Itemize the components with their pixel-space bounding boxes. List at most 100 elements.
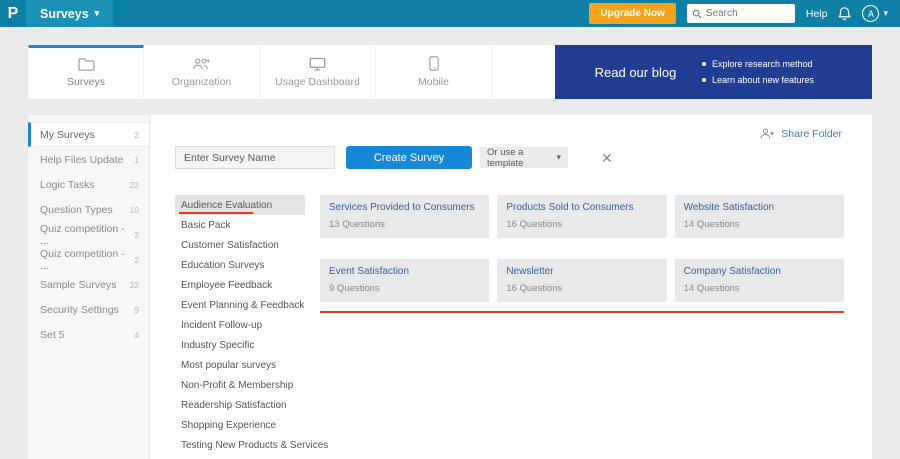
tab-organization[interactable]: Organization <box>144 45 260 99</box>
category-readership-satisfaction[interactable]: Readership Satisfaction <box>175 395 305 415</box>
annotation-line <box>320 311 844 313</box>
sidebar-item-help-files-update[interactable]: Help Files Update 1 <box>28 147 149 172</box>
sidebar-item-count: 1 <box>134 154 139 165</box>
sidebar-item-count: 2 <box>134 254 139 265</box>
main-panel: My Surveys 2 Help Files Update 1 Logic T… <box>28 115 872 459</box>
category-label: Incident Follow-up <box>181 319 263 331</box>
tabs-row: Surveys Organization Usage Dashboard Mob… <box>28 45 872 99</box>
template-question-count: 16 Questions <box>506 283 563 294</box>
search-input[interactable] <box>705 8 790 19</box>
help-link[interactable]: Help <box>806 8 828 20</box>
sidebar-item-count: 2 <box>134 229 139 240</box>
template-card-event-satisfaction[interactable]: Event Satisfaction 9 Questions <box>320 259 490 302</box>
chevron-down-icon: ▾ <box>94 8 100 18</box>
annotation-underline <box>179 212 253 214</box>
tab-label: Usage Dashboard <box>275 75 360 88</box>
share-folder-label: Share Folder <box>781 127 842 140</box>
sidebar-item-logic-tasks[interactable]: Logic Tasks 22 <box>28 172 149 197</box>
tab-mobile[interactable]: Mobile <box>376 45 492 99</box>
category-testing-new-products-services[interactable]: Testing New Products & Services <box>175 435 328 455</box>
category-label: Industry Specific <box>181 339 255 351</box>
blog-bullet: Explore research method <box>701 59 814 69</box>
folders-sidebar: My Surveys 2 Help Files Update 1 Logic T… <box>28 115 150 459</box>
sidebar-item-quiz-competition-2[interactable]: Quiz competition - ... 2 <box>28 247 149 272</box>
category-label: Basic Pack <box>181 219 231 231</box>
survey-name-input[interactable] <box>175 146 335 169</box>
template-card-products-sold[interactable]: Products Sold to Consumers 16 Questions <box>497 195 667 238</box>
category-education-surveys[interactable]: Education Surveys <box>175 255 305 275</box>
sidebar-item-security-settings[interactable]: Security Settings 9 <box>28 297 149 322</box>
main-content: Share Folder Create Survey Or use a temp… <box>150 115 872 459</box>
tab-label: Surveys <box>67 75 105 88</box>
app-menu-surveys[interactable]: Surveys ▾ <box>26 0 114 27</box>
use-template-label: Or use a template <box>487 146 524 169</box>
avatar: A <box>862 5 880 22</box>
close-icon[interactable]: ✕ <box>601 151 613 165</box>
template-question-count: 14 Questions <box>683 219 740 230</box>
sidebar-item-quiz-competition-1[interactable]: Quiz competition - ... 2 <box>28 222 149 247</box>
sidebar-item-my-surveys[interactable]: My Surveys 2 <box>28 122 149 147</box>
category-incident-follow-up[interactable]: Incident Follow-up <box>175 315 305 335</box>
search-box[interactable] <box>686 4 795 23</box>
category-employee-feedback[interactable]: Employee Feedback <box>175 275 305 295</box>
sidebar-item-label: My Surveys <box>40 128 95 141</box>
blog-banner-bullets: Explore research method Learn about new … <box>701 59 814 85</box>
category-most-popular-surveys[interactable]: Most popular surveys <box>175 355 305 375</box>
blog-bullet-text: Explore research method <box>711 59 813 69</box>
category-label: Testing New Products & Services <box>181 439 329 451</box>
sidebar-item-count: 22 <box>129 279 139 290</box>
category-non-profit-membership[interactable]: Non-Profit & Membership <box>175 375 305 395</box>
sidebar-item-label: Sample Surveys <box>40 278 117 291</box>
tab-label: Organization <box>171 75 232 88</box>
blog-bullet: Learn about new features <box>701 75 814 85</box>
app-logo[interactable]: P <box>0 5 26 23</box>
sidebar-item-label: Quiz competition - ... <box>40 222 125 247</box>
monitor-icon <box>309 57 326 71</box>
category-label: Shopping Experience <box>181 419 277 431</box>
sidebar-item-label: Help Files Update <box>40 153 124 166</box>
category-label: Most popular surveys <box>181 359 277 371</box>
topbar-right: Upgrade Now Help A ▾ <box>589 3 900 24</box>
category-label: Education Surveys <box>181 259 265 271</box>
create-survey-button[interactable]: Create Survey <box>346 146 472 169</box>
template-cards-grid: Services Provided to Consumers 13 Questi… <box>320 195 844 302</box>
template-card-website-satisfaction[interactable]: Website Satisfaction 14 Questions <box>674 195 844 238</box>
category-label: Customer Satisfaction <box>181 239 279 251</box>
template-question-count: 13 Questions <box>329 219 385 230</box>
template-title: Company Satisfaction <box>683 266 781 277</box>
category-industry-specific[interactable]: Industry Specific <box>175 335 305 355</box>
tab-label: Mobile <box>418 76 449 88</box>
template-card-services-provided[interactable]: Services Provided to Consumers 13 Questi… <box>320 195 490 238</box>
chevron-down-icon: ▾ <box>556 152 561 162</box>
tab-usage-dashboard[interactable]: Usage Dashboard <box>260 45 376 99</box>
share-folder-button[interactable]: Share Folder <box>759 127 842 140</box>
category-label: Readership Satisfaction <box>181 399 287 411</box>
bullet-dot-icon <box>701 62 706 66</box>
template-title: Newsletter <box>506 266 554 277</box>
sidebar-item-set-5[interactable]: Set 5 4 <box>28 322 149 347</box>
sidebar-item-question-types[interactable]: Question Types 10 <box>28 197 149 222</box>
template-title: Services Provided to Consumers <box>329 202 475 213</box>
template-title: Website Satisfaction <box>683 202 775 213</box>
people-icon <box>192 57 211 71</box>
upgrade-now-button[interactable]: Upgrade Now <box>589 3 676 24</box>
category-shopping-experience[interactable]: Shopping Experience <box>175 415 305 435</box>
category-event-planning-feedback[interactable]: Event Planning & Feedback <box>175 295 305 315</box>
template-question-count: 9 Questions <box>329 283 380 294</box>
category-customer-satisfaction[interactable]: Customer Satisfaction <box>175 235 305 255</box>
bullet-dot-icon <box>701 78 706 82</box>
share-person-icon <box>759 127 775 140</box>
search-icon <box>692 9 702 19</box>
blog-banner[interactable]: Read our blog Explore research method Le… <box>555 45 872 99</box>
tab-surveys[interactable]: Surveys <box>28 45 144 99</box>
template-card-company-satisfaction[interactable]: Company Satisfaction 14 Questions <box>674 259 844 302</box>
category-label: Non-Profit & Membership <box>181 379 294 391</box>
category-basic-pack[interactable]: Basic Pack <box>175 215 305 235</box>
sidebar-item-label: Quiz competition - ... <box>40 247 125 272</box>
template-card-newsletter[interactable]: Newsletter 16 Questions <box>497 259 667 302</box>
category-audience-evaluation[interactable]: Audience Evaluation <box>175 195 305 215</box>
use-template-dropdown[interactable]: Or use a template ▾ <box>480 146 568 169</box>
sidebar-item-sample-surveys[interactable]: Sample Surveys 22 <box>28 272 149 297</box>
avatar-menu[interactable]: A ▾ <box>862 5 888 22</box>
notification-bell-icon[interactable] <box>838 6 852 21</box>
